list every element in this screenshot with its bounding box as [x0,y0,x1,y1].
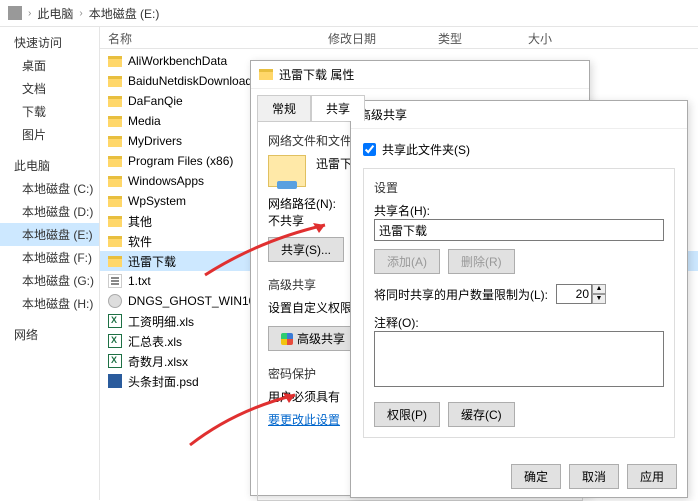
share-name-label: 共享名(H): [374,202,664,219]
iso-file-icon [108,294,122,308]
settings-group: 设置 共享名(H): 添加(A) 删除(R) 将同时共享的用户数量限制为(L):… [363,168,675,438]
share-folder-checkbox[interactable] [363,143,376,156]
tab-general[interactable]: 常规 [257,95,311,121]
file-name: AliWorkbenchData [128,54,227,68]
sidebar-drive-d[interactable]: 本地磁盘 (D:) [0,200,99,223]
breadcrumb-drive[interactable]: 本地磁盘 (E:) [89,5,160,22]
xls-file-icon [108,314,122,328]
file-name: Program Files (x86) [128,154,233,168]
apply-button[interactable]: 应用 [627,464,677,489]
advanced-sharing-dialog: 高级共享 共享此文件夹(S) 设置 共享名(H): 添加(A) 删除(R) 将同… [350,100,688,498]
txt-file-icon [108,274,122,288]
spin-up-icon[interactable]: ▲ [592,284,606,294]
file-name: 汇总表.xls [128,333,182,350]
sidebar-thispc[interactable]: 此电脑 [0,154,99,177]
sidebar-drive-c[interactable]: 本地磁盘 (C:) [0,177,99,200]
file-name: 迅雷下载 [128,253,176,270]
sidebar-item-pictures[interactable]: 图片 [0,123,99,146]
sidebar-item-documents[interactable]: 文档 [0,77,99,100]
col-type[interactable]: 类型 [430,27,520,48]
permissions-button[interactable]: 权限(P) [374,402,440,427]
user-limit-label: 将同时共享的用户数量限制为(L): [374,286,548,303]
share-button[interactable]: 共享(S)... [268,237,344,262]
change-settings-link[interactable]: 要更改此设置 [268,413,340,427]
advanced-sharing-button-label: 高级共享 [297,330,345,347]
breadcrumb-thispc[interactable]: 此电脑 [37,5,73,22]
sidebar-drive-g[interactable]: 本地磁盘 (G:) [0,269,99,292]
file-name: 头条封面.psd [128,373,199,390]
sidebar-item-desktop[interactable]: 桌面 [0,54,99,77]
caching-button[interactable]: 缓存(C) [448,402,515,427]
file-name: Media [128,114,161,128]
sidebar-drive-h[interactable]: 本地磁盘 (H:) [0,292,99,315]
comment-label: 注释(O): [374,314,664,331]
share-name-input[interactable] [374,219,664,241]
settings-label: 设置 [374,179,664,196]
folder-icon [108,136,122,147]
dialog-title: 迅雷下载 属性 [279,66,354,83]
col-size[interactable]: 大小 [520,27,600,48]
folder-icon [108,236,122,247]
file-name: DNGS_GHOST_WIN10 [128,294,255,308]
file-name: 工资明细.xls [128,313,194,330]
folder-icon [108,76,122,87]
dialog-titlebar[interactable]: 迅雷下载 属性 [251,61,589,89]
sidebar-item-downloads[interactable]: 下载 [0,100,99,123]
folder-icon [108,216,122,227]
psd-file-icon [108,374,122,388]
file-name: 软件 [128,233,152,250]
xls-file-icon [108,354,122,368]
dialog-title: 高级共享 [359,106,407,123]
chevron-right-icon: › [79,8,82,19]
spin-down-icon[interactable]: ▼ [592,294,606,304]
sidebar-quickaccess[interactable]: 快速访问 [0,31,99,54]
comment-textarea[interactable] [374,331,664,387]
tab-sharing[interactable]: 共享 [311,95,365,121]
file-name: MyDrivers [128,134,182,148]
folder-icon [259,69,273,80]
column-headers: 名称 修改日期 类型 大小 [100,27,698,49]
pc-icon [8,6,22,20]
chevron-right-icon: › [28,8,31,19]
address-bar: › 此电脑 › 本地磁盘 (E:) [0,0,698,27]
navigation-pane: 快速访问 桌面 文档 下载 图片 此电脑 本地磁盘 (C:) 本地磁盘 (D:)… [0,27,100,500]
sidebar-network[interactable]: 网络 [0,323,99,346]
file-name: WindowsApps [128,174,204,188]
folder-icon [108,96,122,107]
ok-button[interactable]: 确定 [511,464,561,489]
user-limit-spinner[interactable]: ▲ ▼ [556,284,606,304]
col-date[interactable]: 修改日期 [320,27,430,48]
remove-button[interactable]: 删除(R) [448,249,515,274]
file-name: BaiduNetdiskDownload [128,74,252,88]
file-name: 1.txt [128,274,151,288]
file-name: WpSystem [128,194,186,208]
advanced-sharing-button[interactable]: 高级共享 [268,326,358,351]
sidebar-drive-f[interactable]: 本地磁盘 (F:) [0,246,99,269]
add-button[interactable]: 添加(A) [374,249,440,274]
user-limit-input[interactable] [556,284,592,304]
folder-icon [108,56,122,67]
dialog-titlebar[interactable]: 高级共享 [351,101,687,129]
shared-folder-icon [268,155,306,187]
file-name: 奇数月.xlsx [128,353,188,370]
folder-icon [108,256,122,267]
folder-icon [108,176,122,187]
shield-icon [281,333,293,345]
file-name: 其他 [128,213,152,230]
file-name: DaFanQie [128,94,183,108]
cancel-button[interactable]: 取消 [569,464,619,489]
sidebar-drive-e[interactable]: 本地磁盘 (E:) [0,223,99,246]
share-folder-label: 共享此文件夹(S) [382,141,470,158]
folder-icon [108,116,122,127]
folder-icon [108,196,122,207]
col-name[interactable]: 名称 [100,27,320,48]
folder-icon [108,156,122,167]
xls-file-icon [108,334,122,348]
